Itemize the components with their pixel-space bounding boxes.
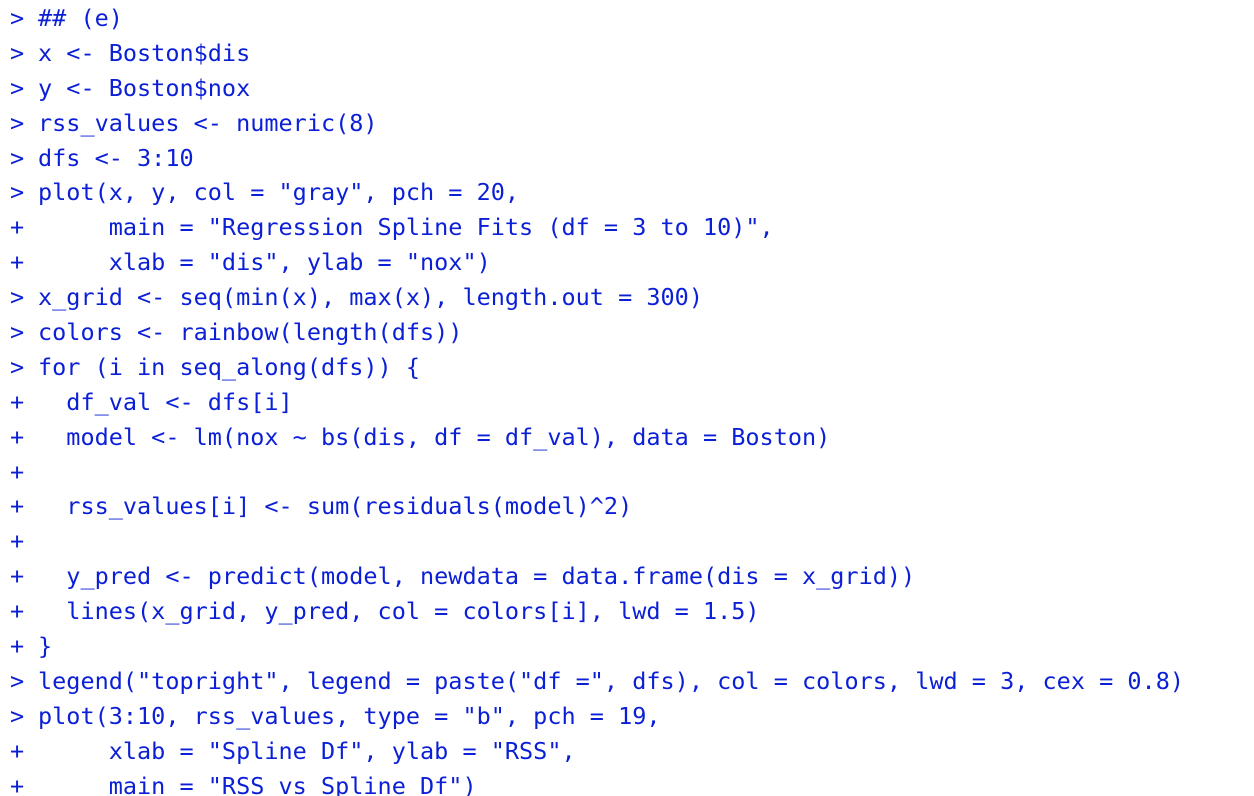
prompt-symbol: > [10, 143, 25, 172]
prompt-symbol: > [10, 108, 25, 137]
prompt-symbol: + [10, 632, 25, 661]
console-line: + model <- lm(nox ~ bs(dis, df = df_val)… [10, 420, 1254, 455]
prompt-symbol: + [10, 527, 25, 556]
console-line: > plot(x, y, col = "gray", pch = 20, [10, 175, 1254, 210]
prompt-symbol: + [10, 457, 25, 486]
prompt-symbol: > [10, 178, 25, 207]
prompt-symbol: > [10, 666, 25, 695]
prompt-symbol: + [10, 387, 25, 416]
prompt-symbol: + [10, 248, 25, 277]
code-text: xlab = "dis", ylab = "nox") [38, 248, 491, 277]
console-line: > legend("topright", legend = paste("df =… [10, 664, 1254, 699]
prompt-symbol: > [10, 283, 25, 312]
code-text: y_pred <- predict(model, newdata = data.… [38, 562, 916, 591]
prompt-symbol: > [10, 352, 25, 381]
prompt-symbol: > [10, 4, 25, 32]
code-text: plot(x, y, col = "gray", pch = 20, [38, 178, 520, 207]
console-line: > plot(3:10, rss_values, type = "b", pch … [10, 699, 1254, 734]
prompt-symbol: + [10, 771, 25, 796]
prompt-symbol: > [10, 73, 25, 102]
console-line: + main = "Regression Spline Fits (df = 3… [10, 210, 1254, 245]
code-text: x_grid <- seq(min(x), max(x), length.out… [38, 283, 703, 312]
code-text: dfs <- 3:10 [38, 143, 194, 172]
console-line: > rss_values <- numeric(8) [10, 106, 1254, 141]
console-line: + xlab = "Spline Df", ylab = "RSS", [10, 734, 1254, 769]
console-line: + [10, 524, 1254, 559]
r-console[interactable]: > ## (e) > x <- Boston$dis > y <- Boston$no… [0, 0, 1254, 796]
code-text: colors <- rainbow(length(dfs)) [38, 318, 463, 347]
code-text: main = "RSS vs Spline Df") [38, 771, 477, 796]
prompt-symbol: + [10, 492, 25, 521]
code-text: x <- Boston$dis [38, 38, 251, 67]
console-line: > x_grid <- seq(min(x), max(x), length.ou… [10, 280, 1254, 315]
code-text: lines(x_grid, y_pred, col = colors[i], l… [38, 597, 760, 626]
prompt-symbol: + [10, 422, 25, 451]
console-line: > y <- Boston$nox [10, 71, 1254, 106]
code-text: main = "Regression Spline Fits (df = 3 t… [38, 213, 774, 242]
code-text: legend("topright", legend = paste("df ="… [38, 666, 1185, 695]
console-line: + rss_values[i] <- sum(residuals(model)^… [10, 489, 1254, 524]
console-line: +} [10, 629, 1254, 664]
code-text: y <- Boston$nox [38, 73, 251, 102]
console-line: + [10, 455, 1254, 490]
prompt-symbol: + [10, 562, 25, 591]
console-line: + y_pred <- predict(model, newdata = dat… [10, 559, 1254, 594]
console-line: > colors <- rainbow(length(dfs)) [10, 315, 1254, 350]
prompt-symbol: + [10, 213, 25, 242]
code-text: model <- lm(nox ~ bs(dis, df = df_val), … [38, 422, 831, 451]
prompt-symbol: + [10, 736, 25, 765]
code-text: plot(3:10, rss_values, type = "b", pch =… [38, 701, 661, 730]
code-text: rss_values <- numeric(8) [38, 108, 378, 137]
console-line: + lines(x_grid, y_pred, col = colors[i],… [10, 594, 1254, 629]
code-text: df_val <- dfs[i] [38, 387, 293, 416]
code-text: rss_values[i] <- sum(residuals(model)^2) [38, 492, 633, 521]
console-line: + df_val <- dfs[i] [10, 385, 1254, 420]
code-text: ## (e) [38, 4, 123, 32]
code-text: } [38, 632, 53, 661]
prompt-symbol: + [10, 597, 25, 626]
code-text: for (i in seq_along(dfs)) { [38, 352, 421, 381]
console-line: > x <- Boston$dis [10, 36, 1254, 71]
console-line: + xlab = "dis", ylab = "nox") [10, 245, 1254, 280]
console-line: > ## (e) [10, 1, 1254, 36]
prompt-symbol: > [10, 38, 25, 67]
prompt-symbol: > [10, 318, 25, 347]
console-line: + main = "RSS vs Spline Df") [10, 769, 1254, 796]
console-line: > for (i in seq_along(dfs)) { [10, 350, 1254, 385]
console-line: > dfs <- 3:10 [10, 141, 1254, 176]
prompt-symbol: > [10, 701, 25, 730]
code-text: xlab = "Spline Df", ylab = "RSS", [38, 736, 576, 765]
